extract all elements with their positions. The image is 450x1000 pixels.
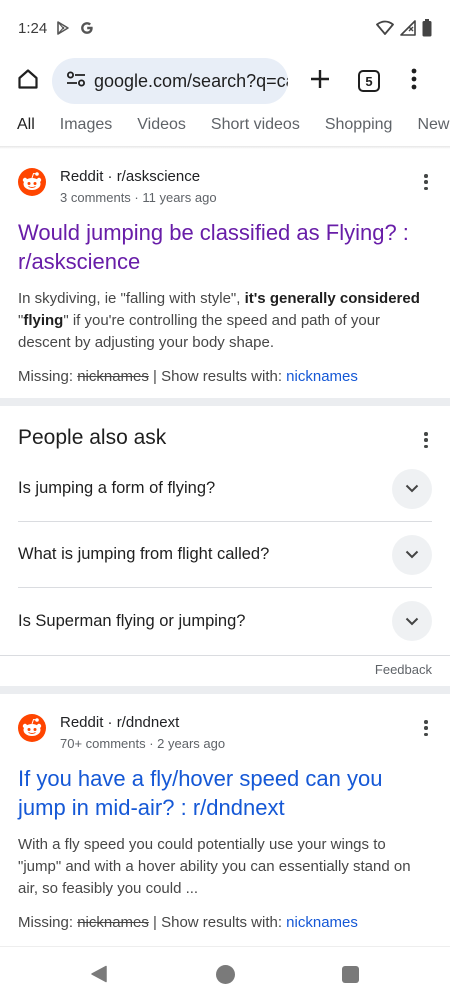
- browser-toolbar: google.com/search?q=ca 5: [0, 56, 450, 106]
- chevron-down-icon[interactable]: [392, 468, 432, 509]
- paa-question-2[interactable]: What is jumping from flight called?: [18, 522, 432, 588]
- result-more-button[interactable]: [420, 718, 432, 738]
- back-icon[interactable]: [90, 965, 108, 988]
- signal-icon: [400, 20, 416, 36]
- new-tab-button[interactable]: [302, 61, 338, 101]
- tab-count: 5: [358, 70, 380, 92]
- paa-more-button[interactable]: [420, 430, 432, 450]
- search-filter-tabs: All Images Videos Short videos Shopping …: [0, 106, 450, 150]
- tab-images[interactable]: Images: [60, 116, 112, 134]
- search-result-1: Reddit · r/askscience 3 comments · 11 ye…: [0, 168, 450, 385]
- paa-question-text: What is jumping from flight called?: [18, 545, 270, 563]
- section-divider: [0, 398, 450, 406]
- paa-question-text: Is Superman flying or jumping?: [18, 611, 246, 630]
- new-tab-icon: [309, 68, 331, 95]
- result-meta: 3 comments · 11 years ago: [60, 190, 217, 205]
- search-result-2: Reddit · r/dndnext 70+ comments · 2 year…: [0, 714, 450, 931]
- overflow-menu-icon: [411, 68, 417, 95]
- home-circle-icon[interactable]: [216, 965, 235, 984]
- chevron-down-icon[interactable]: [392, 534, 432, 575]
- result-title-line-2: r/askscience: [18, 249, 141, 274]
- result-title-line-1: If you have a fly/hover speed can you: [18, 766, 383, 791]
- url-text: google.com/search?q=ca: [94, 70, 288, 91]
- result-missing-terms: Missing: nicknames | Show results with: …: [18, 368, 358, 385]
- result-missing-terms: Missing: nicknames | Show results with: …: [18, 914, 358, 931]
- result-source: Reddit · r/dndnext: [60, 714, 180, 731]
- paa-question-1[interactable]: Is jumping a form of flying?: [18, 456, 432, 522]
- address-bar[interactable]: google.com/search?q=ca: [52, 58, 288, 104]
- status-bar: 1:24: [0, 0, 450, 56]
- result-source-row[interactable]: Reddit · r/askscience 3 comments · 11 ye…: [0, 168, 450, 212]
- status-time: 1:24: [18, 19, 48, 37]
- result-source-row[interactable]: Reddit · r/dndnext 70+ comments · 2 year…: [0, 714, 450, 758]
- result-more-button[interactable]: [420, 172, 432, 192]
- tab-shopping[interactable]: Shopping: [325, 116, 393, 134]
- chevron-down-icon[interactable]: [392, 601, 432, 641]
- paa-question-3[interactable]: Is Superman flying or jumping?: [18, 588, 432, 654]
- reddit-logo-icon: [18, 714, 46, 742]
- result-title-link[interactable]: Would jumping be classified as Flying? :…: [18, 218, 432, 276]
- feedback-link[interactable]: Feedback: [375, 662, 432, 677]
- tab-news[interactable]: News: [417, 116, 450, 134]
- result-snippet: With a fly speed you could potentially u…: [18, 836, 411, 897]
- play-store-icon: [55, 20, 71, 36]
- home-icon: [16, 67, 40, 96]
- battery-icon: [422, 19, 432, 37]
- reddit-logo-icon: [18, 168, 46, 196]
- tab-videos[interactable]: Videos: [137, 116, 186, 134]
- tab-switcher-button[interactable]: 5: [354, 61, 384, 101]
- paa-bottom-divider: [0, 655, 450, 656]
- result-snippet: In skydiving, ie "falling with style", i…: [18, 290, 420, 351]
- result-meta: 70+ comments · 2 years ago: [60, 736, 226, 751]
- show-results-with-link[interactable]: nicknames: [286, 914, 358, 931]
- status-right: [376, 19, 432, 37]
- section-divider: [0, 686, 450, 694]
- overflow-menu-button[interactable]: [402, 61, 426, 101]
- result-title-link[interactable]: If you have a fly/hover speed can you ju…: [18, 764, 432, 822]
- result-title-line-1: Would jumping be classified as Flying? :: [18, 220, 409, 245]
- status-left: 1:24: [18, 20, 95, 37]
- result-title-line-2: jump in mid-air? : r/dndnext: [18, 795, 285, 820]
- tab-short-videos[interactable]: Short videos: [211, 116, 300, 134]
- show-results-with-link[interactable]: nicknames: [286, 368, 358, 385]
- wifi-icon: [376, 20, 394, 36]
- header-shadow: [0, 146, 450, 149]
- result-source: Reddit · r/askscience: [60, 168, 201, 185]
- people-also-ask: People also ask Is jumping a form of fly…: [0, 406, 450, 686]
- recent-apps-icon[interactable]: [342, 966, 359, 983]
- home-button[interactable]: [8, 61, 48, 101]
- google-g-icon: [79, 20, 95, 36]
- system-navigation-bar: [0, 946, 450, 1000]
- paa-question-text: Is jumping a form of flying?: [18, 479, 216, 497]
- site-settings-icon[interactable]: [66, 71, 86, 92]
- paa-heading: People also ask: [18, 426, 167, 449]
- tab-all[interactable]: All: [15, 116, 37, 149]
